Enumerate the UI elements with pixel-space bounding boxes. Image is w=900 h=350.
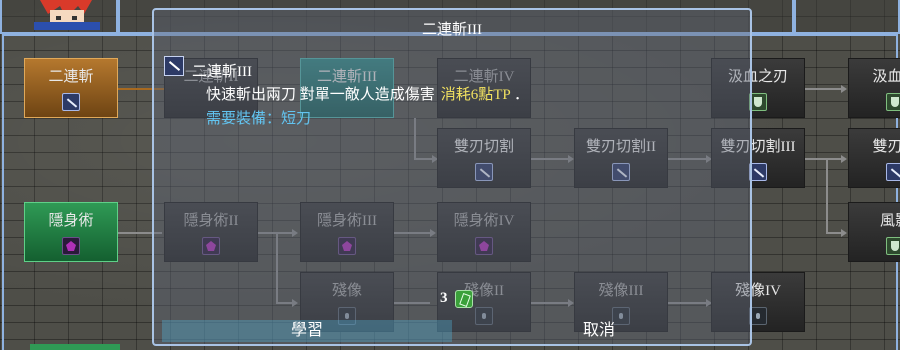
description-text: 快速斬出兩刀 對單一敵人造成傷害 (206, 87, 435, 103)
connector-arrow (841, 85, 847, 93)
skill-node-label: 風影 (879, 213, 900, 229)
skill-node-wind-shadow[interactable]: 風影 (848, 202, 900, 262)
skill-node-double-slash[interactable]: 二連斬 (24, 58, 118, 118)
blade-icon (62, 93, 80, 111)
blade-icon (164, 56, 184, 76)
skill-point-count: 3 (440, 290, 448, 306)
cost-suffix: ． (513, 87, 529, 103)
skill-node-blood-blade-2[interactable]: 汲血之 (848, 58, 900, 118)
skill-node-stealth[interactable]: 隱身術 (24, 202, 118, 262)
skill-description: 快速斬出兩刀 對單一敵人造成傷害 消耗6點TP ． (206, 83, 529, 104)
character-avatar (20, 0, 112, 30)
gem-icon (455, 290, 473, 308)
purple-mask-icon (62, 237, 80, 255)
window-title: 二連斬III (422, 22, 482, 38)
skill-node-label: 雙刃切 (872, 139, 900, 155)
connector-arrow (841, 155, 847, 163)
learn-button[interactable]: 學習 (162, 320, 452, 342)
connector (805, 158, 843, 160)
skill-node-dual-blade-4[interactable]: 雙刃切 (848, 128, 900, 188)
connector-arrow (841, 229, 847, 237)
skill-tree-screen: 二連斬 二連斬II 二連斬III 二連斬IV 汲血之刃 汲血之 雙刃切割 雙刃切… (0, 0, 900, 350)
skill-name: 二連斬III (192, 64, 252, 80)
skill-detail-window: 二連斬III 二連斬III 快速斬出兩刀 對單一敵人造成傷害 消耗6點TP ． 需… (152, 8, 752, 346)
equipment-requirement: 需要裝備：短刀 (206, 111, 312, 127)
skill-node-label: 二連斬 (48, 69, 94, 85)
blade-icon (886, 163, 900, 181)
skill-node-label: 汲血之 (872, 69, 900, 85)
skill-node-label: 隱身術 (48, 213, 94, 229)
shield-icon (886, 237, 900, 255)
cancel-button[interactable]: 取消 (454, 320, 744, 342)
shield-icon (886, 93, 900, 111)
top-frame-right (794, 0, 900, 34)
connector (826, 232, 842, 234)
connector (805, 88, 843, 90)
connector (826, 158, 828, 233)
tp-cost: 消耗6點TP (440, 87, 511, 103)
skill-node-partial (30, 344, 120, 350)
